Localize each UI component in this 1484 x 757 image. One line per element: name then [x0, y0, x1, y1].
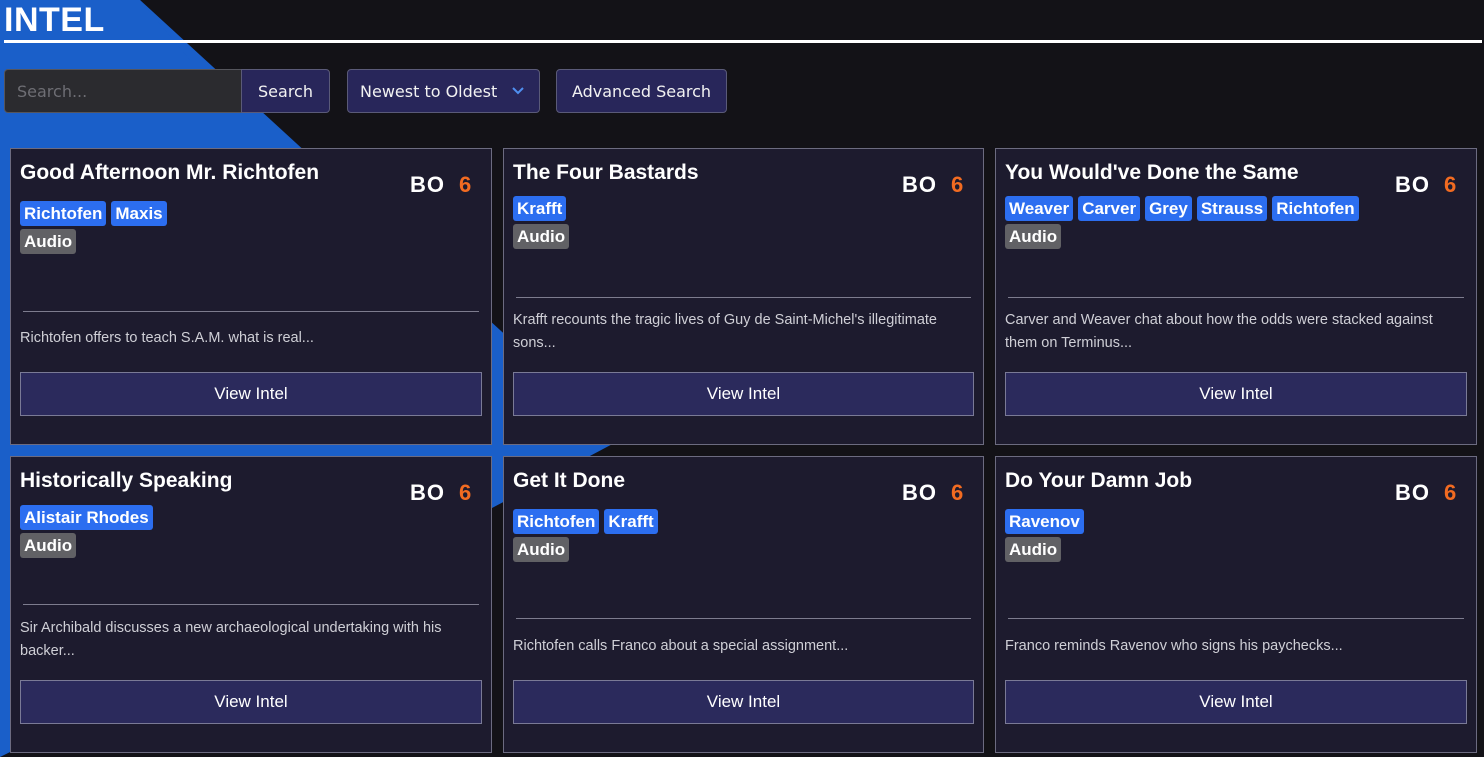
card-divider	[516, 297, 971, 298]
character-tags: Ravenov	[1005, 509, 1405, 534]
page-title: INTEL	[4, 1, 105, 39]
card-divider	[516, 618, 971, 619]
card-title: Get It Done	[513, 469, 626, 492]
card-title: Do Your Damn Job	[1005, 469, 1193, 492]
bo6-logo-icon: BO 6	[410, 481, 471, 503]
card-title: The Four Bastards	[513, 161, 699, 184]
logo-text-bo: BO	[410, 173, 445, 195]
intel-card: Get It Done BO 6 Richtofen Krafft Audio Richto…	[503, 456, 984, 753]
logo-text-bo: BO	[410, 481, 445, 503]
type-tags: Audio	[1005, 224, 1405, 249]
bo6-logo-icon: BO 6	[902, 481, 963, 503]
search-group: Search	[4, 69, 330, 113]
intel-card: Do Your Damn Job BO 6 Ravenov Audio Franco re…	[995, 456, 1477, 753]
character-tags: Weaver Carver Grey Strauss Richtofen	[1005, 196, 1405, 221]
character-tags: Krafft	[513, 196, 913, 221]
logo-text-bo: BO	[902, 173, 937, 195]
character-tag[interactable]: Carver	[1078, 196, 1141, 221]
card-description: Franco reminds Ravenov who signs his pay…	[1005, 638, 1343, 654]
character-tag[interactable]: Richtofen	[513, 509, 600, 534]
logo-text-6: 6	[459, 481, 471, 503]
card-description: Sir Archibald discusses a new archaeolog…	[20, 620, 442, 659]
intel-card: The Four Bastards BO 6 Krafft Audio Krafft re…	[503, 148, 984, 445]
toolbar: Search Newest to Oldest Advanced Search	[4, 69, 727, 113]
intel-card: You Would've Done the Same BO 6 Weaver Carve…	[995, 148, 1477, 445]
character-tag[interactable]: Krafft	[604, 509, 658, 534]
sort-dropdown[interactable]: Newest to Oldest	[347, 69, 540, 113]
search-button[interactable]: Search	[241, 69, 330, 113]
character-tag[interactable]: Grey	[1145, 196, 1192, 221]
card-title: Good Afternoon Mr. Richtofen	[20, 161, 320, 184]
tag-list: Alistair Rhodes Audio	[20, 505, 420, 561]
character-tags: Richtofen Krafft	[513, 509, 913, 534]
tag-list: Richtofen Maxis Audio	[20, 201, 420, 257]
type-tags: Audio	[20, 533, 420, 558]
card-description: Carver and Weaver chat about how the odd…	[1005, 312, 1433, 351]
logo-text-6: 6	[1444, 173, 1456, 195]
character-tag[interactable]: Richtofen	[1272, 196, 1359, 221]
card-divider	[1008, 618, 1464, 619]
title-underline	[4, 40, 1482, 43]
character-tag[interactable]: Weaver	[1005, 196, 1074, 221]
card-title: Historically Speaking	[20, 469, 233, 492]
type-tag[interactable]: Audio	[20, 229, 77, 254]
logo-text-6: 6	[1444, 481, 1456, 503]
bo6-logo-icon: BO 6	[1395, 173, 1456, 195]
logo-text-bo: BO	[1395, 481, 1430, 503]
type-tags: Audio	[513, 537, 913, 562]
logo-text-bo: BO	[1395, 173, 1430, 195]
intel-page: INTEL Search Newest to Oldest Advanced S…	[0, 0, 1484, 757]
character-tag[interactable]: Richtofen	[20, 201, 107, 226]
card-description: Richtofen offers to teach S.A.M. what is…	[20, 330, 314, 346]
bo6-logo-icon: BO 6	[902, 173, 963, 195]
type-tags: Audio	[20, 229, 420, 254]
card-description: Krafft recounts the tragic lives of Guy …	[513, 312, 937, 351]
intel-card: Good Afternoon Mr. Richtofen BO 6 Richtofen…	[10, 148, 492, 445]
logo-text-6: 6	[459, 173, 471, 195]
advanced-search-button[interactable]: Advanced Search	[556, 69, 727, 113]
tag-list: Ravenov Audio	[1005, 509, 1405, 565]
logo-text-bo: BO	[902, 481, 937, 503]
bo6-logo-icon: BO 6	[410, 173, 471, 195]
type-tag[interactable]: Audio	[1005, 537, 1062, 562]
character-tag[interactable]: Ravenov	[1005, 509, 1084, 534]
intel-card: Historically Speaking BO 6 Alistair Rhodes A…	[10, 456, 492, 753]
logo-text-6: 6	[951, 481, 963, 503]
tag-list: Richtofen Krafft Audio	[513, 509, 913, 565]
character-tag[interactable]: Alistair Rhodes	[20, 505, 153, 530]
card-title: You Would've Done the Same	[1005, 161, 1299, 184]
view-intel-button[interactable]: View Intel	[1005, 372, 1467, 416]
character-tag[interactable]: Strauss	[1196, 196, 1268, 221]
type-tag[interactable]: Audio	[513, 537, 570, 562]
card-description: Richtofen calls Franco about a special a…	[513, 638, 849, 654]
type-tags: Audio	[1005, 537, 1405, 562]
tag-list: Krafft Audio	[513, 196, 913, 252]
tag-list: Weaver Carver Grey Strauss Richtofen Audio	[1005, 196, 1405, 252]
sort-dropdown-label: Newest to Oldest	[360, 81, 498, 101]
character-tags: Richtofen Maxis	[20, 201, 420, 226]
view-intel-button[interactable]: View Intel	[20, 680, 482, 724]
view-intel-button[interactable]: View Intel	[1005, 680, 1467, 724]
card-divider	[23, 311, 479, 312]
card-divider	[1008, 297, 1464, 298]
chevron-down-icon	[511, 86, 525, 96]
search-input[interactable]	[4, 69, 241, 113]
view-intel-button[interactable]: View Intel	[513, 680, 974, 724]
view-intel-button[interactable]: View Intel	[513, 372, 974, 416]
type-tag[interactable]: Audio	[20, 533, 77, 558]
type-tags: Audio	[513, 224, 913, 249]
intel-grid: Good Afternoon Mr. Richtofen BO 6 Richtofen…	[10, 148, 1477, 753]
logo-text-6: 6	[951, 173, 963, 195]
view-intel-button[interactable]: View Intel	[20, 372, 482, 416]
character-tags: Alistair Rhodes	[20, 505, 420, 530]
character-tag[interactable]: Maxis	[111, 201, 167, 226]
type-tag[interactable]: Audio	[1005, 224, 1062, 249]
character-tag[interactable]: Krafft	[513, 196, 567, 221]
card-divider	[23, 604, 479, 605]
type-tag[interactable]: Audio	[513, 224, 570, 249]
bo6-logo-icon: BO 6	[1395, 481, 1456, 503]
